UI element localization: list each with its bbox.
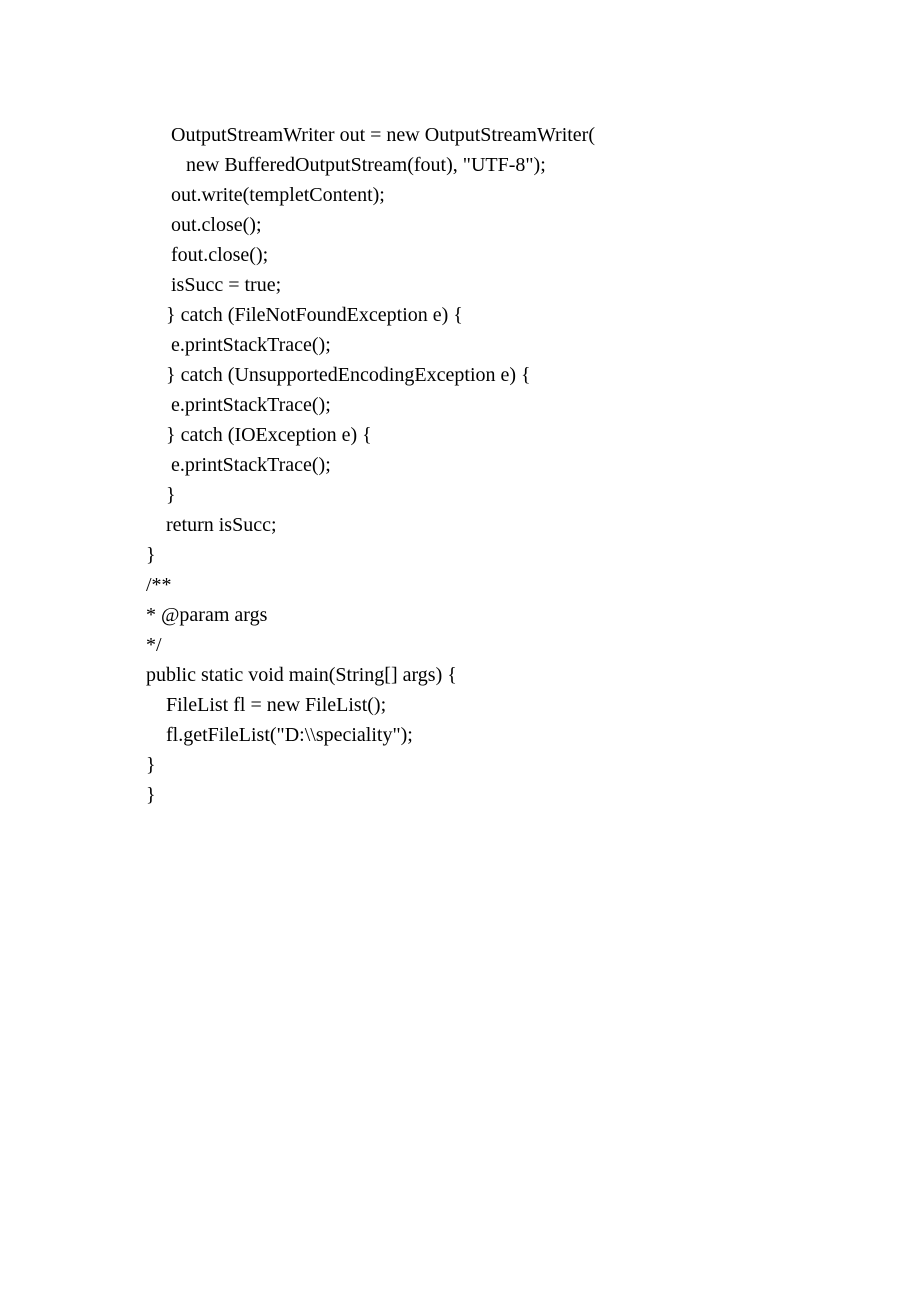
code-line: public static void main(String[] args) { xyxy=(146,660,920,690)
code-line: OutputStreamWriter out = new OutputStrea… xyxy=(146,120,920,150)
code-line: FileList fl = new FileList(); xyxy=(146,690,920,720)
code-line: isSucc = true; xyxy=(146,270,920,300)
code-line: e.printStackTrace(); xyxy=(146,450,920,480)
code-line: * @param args xyxy=(146,600,920,630)
code-line: } xyxy=(146,540,920,570)
code-line: } xyxy=(146,780,920,810)
code-block: OutputStreamWriter out = new OutputStrea… xyxy=(0,0,920,810)
code-line: out.write(templetContent); xyxy=(146,180,920,210)
code-line: return isSucc; xyxy=(146,510,920,540)
code-line: */ xyxy=(146,630,920,660)
code-line: e.printStackTrace(); xyxy=(146,390,920,420)
code-line: } catch (FileNotFoundException e) { xyxy=(146,300,920,330)
code-line: fout.close(); xyxy=(146,240,920,270)
code-line: } xyxy=(146,480,920,510)
code-line: } catch (UnsupportedEncodingException e)… xyxy=(146,360,920,390)
code-line: } catch (IOException e) { xyxy=(146,420,920,450)
code-line: out.close(); xyxy=(146,210,920,240)
code-line: new BufferedOutputStream(fout), "UTF-8")… xyxy=(146,150,920,180)
code-line: } xyxy=(146,750,920,780)
code-line: e.printStackTrace(); xyxy=(146,330,920,360)
code-line: /** xyxy=(146,570,920,600)
code-line: fl.getFileList("D:\\speciality"); xyxy=(146,720,920,750)
